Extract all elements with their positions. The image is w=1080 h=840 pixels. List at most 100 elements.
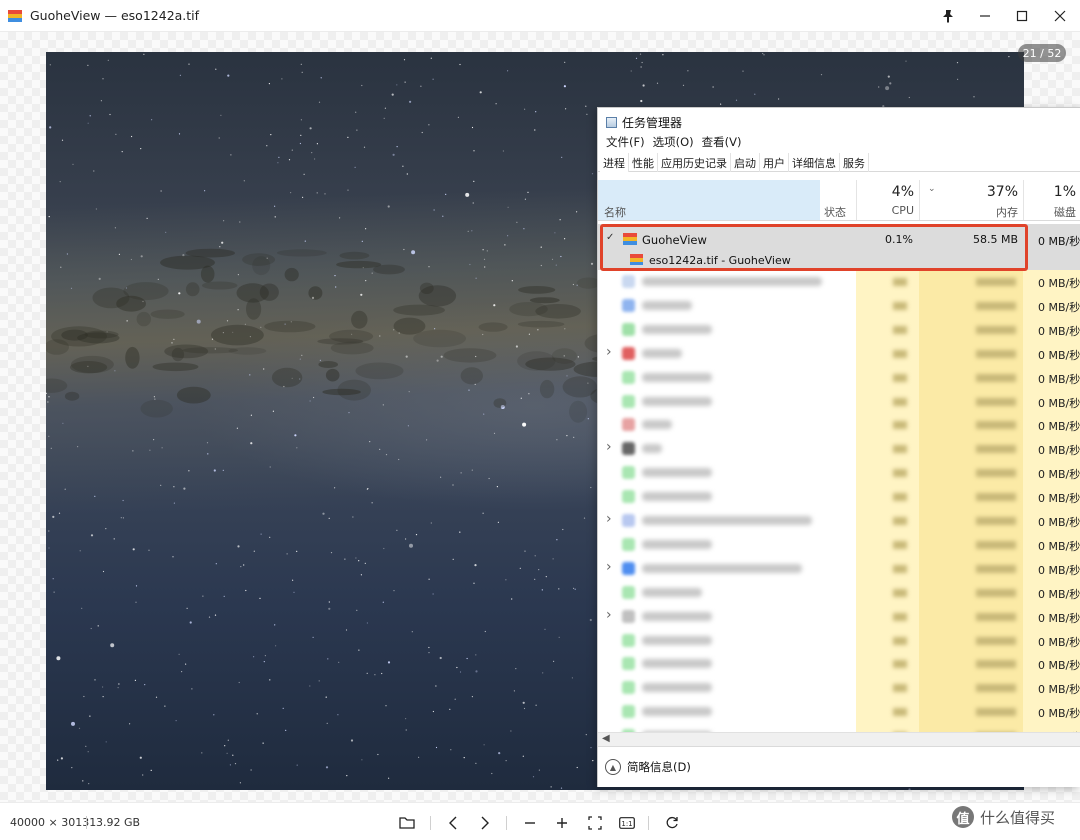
blurred-memory-value xyxy=(976,540,1016,549)
process-row[interactable]: › 0 MB/秒 xyxy=(598,557,1080,581)
process-row[interactable]: › 0 MB/秒 xyxy=(598,342,1080,366)
tab-startup[interactable]: 启动 xyxy=(731,153,760,172)
process-row[interactable]: 0 MB/秒 xyxy=(598,270,1080,294)
tab-performance[interactable]: 性能 xyxy=(629,153,658,172)
menu-file[interactable]: 文件(F) xyxy=(602,134,649,150)
column-headers: 名称 状态 4% CPU ⌄ 37% 内存 1% 磁盘 xyxy=(598,180,1080,221)
blurred-cpu-value xyxy=(893,445,907,454)
header-disk[interactable]: 1% 磁盘 xyxy=(1023,180,1080,220)
next-button[interactable] xyxy=(474,812,496,834)
process-row[interactable]: 0 MB/秒 xyxy=(598,676,1080,700)
chevron-up-icon: ▲ xyxy=(605,759,621,775)
process-disk: 0 MB/秒 xyxy=(1038,516,1080,529)
previous-button[interactable] xyxy=(442,812,464,834)
toolbar-divider xyxy=(430,816,431,830)
process-row[interactable]: 0 MB/秒 xyxy=(598,461,1080,485)
blurred-cpu-value xyxy=(893,421,907,430)
pin-icon xyxy=(943,10,953,23)
open-folder-button[interactable] xyxy=(396,812,418,834)
task-manager-window[interactable]: 任务管理器 文件(F) 选项(O) 查看(V) 进程 性能 应用历史记录 启动 … xyxy=(597,107,1080,787)
process-row[interactable]: 0 MB/秒 xyxy=(598,413,1080,437)
process-row[interactable]: 0 MB/秒 xyxy=(598,700,1080,724)
header-cpu[interactable]: 4% CPU xyxy=(856,180,919,220)
fit-screen-button[interactable] xyxy=(584,812,606,834)
horizontal-scrollbar[interactable]: ◀ xyxy=(598,732,1080,746)
fewer-details-button[interactable]: ▲ 简略信息(D) xyxy=(605,759,691,775)
rotate-button[interactable] xyxy=(661,812,683,834)
tab-processes[interactable]: 进程 xyxy=(600,153,629,172)
process-disk: 0 MB/秒 xyxy=(1038,444,1080,458)
process-row[interactable]: 0 MB/秒 xyxy=(598,390,1080,414)
tab-services[interactable]: 服务 xyxy=(840,153,869,172)
menu-view[interactable]: 查看(V) xyxy=(698,134,746,150)
blurred-process-name xyxy=(642,659,712,669)
expand-chevron-icon[interactable]: › xyxy=(606,607,612,623)
window-title: GuoheView — eso1242a.tif xyxy=(30,8,200,23)
blurred-process-icon xyxy=(622,490,635,504)
process-disk: 0 MB/秒 xyxy=(1038,683,1080,697)
blurred-process-icon xyxy=(622,633,635,647)
header-disk-label: 磁盘 xyxy=(1054,206,1076,219)
menu-options[interactable]: 选项(O) xyxy=(649,134,698,150)
tab-app-history[interactable]: 应用历史记录 xyxy=(658,153,731,172)
header-cpu-pct: 4% xyxy=(891,184,914,200)
process-disk: 0 MB/秒 xyxy=(1038,324,1080,338)
blurred-memory-value xyxy=(976,684,1016,693)
expand-chevron-icon[interactable]: › xyxy=(606,344,612,360)
tab-users[interactable]: 用户 xyxy=(760,153,789,172)
blurred-process-name xyxy=(642,635,712,645)
sort-chevron-down-icon: ⌄ xyxy=(928,184,936,194)
process-row[interactable]: 0 MB/秒 xyxy=(598,294,1080,318)
image-dimensions: 40000 × 30131 xyxy=(10,816,97,829)
header-status[interactable]: 状态 xyxy=(824,204,846,220)
process-disk: 0 MB/秒 xyxy=(1038,539,1080,553)
fewer-details-label: 简略信息(D) xyxy=(627,760,691,774)
process-row[interactable]: 0 MB/秒 xyxy=(598,652,1080,676)
pin-button[interactable] xyxy=(930,0,966,32)
expand-chevron-icon[interactable]: › xyxy=(606,439,612,455)
process-row[interactable]: 0 MB/秒 xyxy=(598,366,1080,390)
blurred-process-icon xyxy=(622,370,635,384)
process-row[interactable]: 0 MB/秒 xyxy=(598,629,1080,653)
blurred-process-icon xyxy=(622,609,635,623)
zoom-in-button[interactable] xyxy=(551,812,573,834)
minimize-button[interactable] xyxy=(967,0,1003,32)
maximize-icon xyxy=(1016,10,1028,22)
process-row[interactable]: 0 MB/秒 xyxy=(598,485,1080,509)
expand-chevron-icon[interactable]: › xyxy=(606,559,612,575)
blurred-cpu-value xyxy=(893,660,907,669)
close-button[interactable] xyxy=(1042,0,1078,32)
blurred-process-name xyxy=(642,372,712,382)
blurred-memory-value xyxy=(976,349,1016,358)
scroll-left-icon[interactable]: ◀ xyxy=(602,733,610,744)
process-row[interactable]: › 0 MB/秒 xyxy=(598,605,1080,629)
process-disk: 0 MB/秒 xyxy=(1038,587,1080,601)
blurred-memory-value xyxy=(976,301,1016,310)
process-row[interactable]: 0 MB/秒 xyxy=(598,581,1080,605)
expand-chevron-icon[interactable]: › xyxy=(606,511,612,527)
minus-icon xyxy=(525,822,535,824)
file-size: 3.92 GB xyxy=(96,816,141,829)
blurred-process-icon xyxy=(622,322,635,336)
header-name[interactable]: 名称 xyxy=(598,180,820,220)
zoom-out-button[interactable] xyxy=(519,812,541,834)
watermark-text: 什么值得买 xyxy=(980,808,1056,827)
actual-size-button[interactable]: 1:1 xyxy=(616,812,638,834)
tab-details[interactable]: 详细信息 xyxy=(789,153,840,172)
process-row[interactable]: 0 MB/秒 xyxy=(598,533,1080,557)
blurred-process-name xyxy=(642,587,702,597)
process-row[interactable]: › 0 MB/秒 xyxy=(598,509,1080,533)
process-list: ✓ GuoheView 0.1% 58.5 MB 0 MB/秒 eso1242a… xyxy=(598,224,1080,744)
process-row[interactable]: 0 MB/秒 xyxy=(598,318,1080,342)
blurred-memory-value xyxy=(976,397,1016,406)
process-disk: 0 MB/秒 xyxy=(1038,659,1080,673)
blurred-memory-value xyxy=(976,469,1016,478)
watermark-logo-icon: 值 xyxy=(952,806,974,828)
tm-footer: ▲ 简略信息(D) xyxy=(598,746,1080,787)
blurred-cpu-value xyxy=(893,278,907,286)
maximize-button[interactable] xyxy=(1004,0,1040,32)
process-row[interactable]: › 0 MB/秒 xyxy=(598,437,1080,461)
header-memory[interactable]: ⌄ 37% 内存 xyxy=(919,180,1023,220)
process-disk: 0 MB/秒 xyxy=(1038,235,1080,248)
blurred-process-icon xyxy=(622,298,635,312)
